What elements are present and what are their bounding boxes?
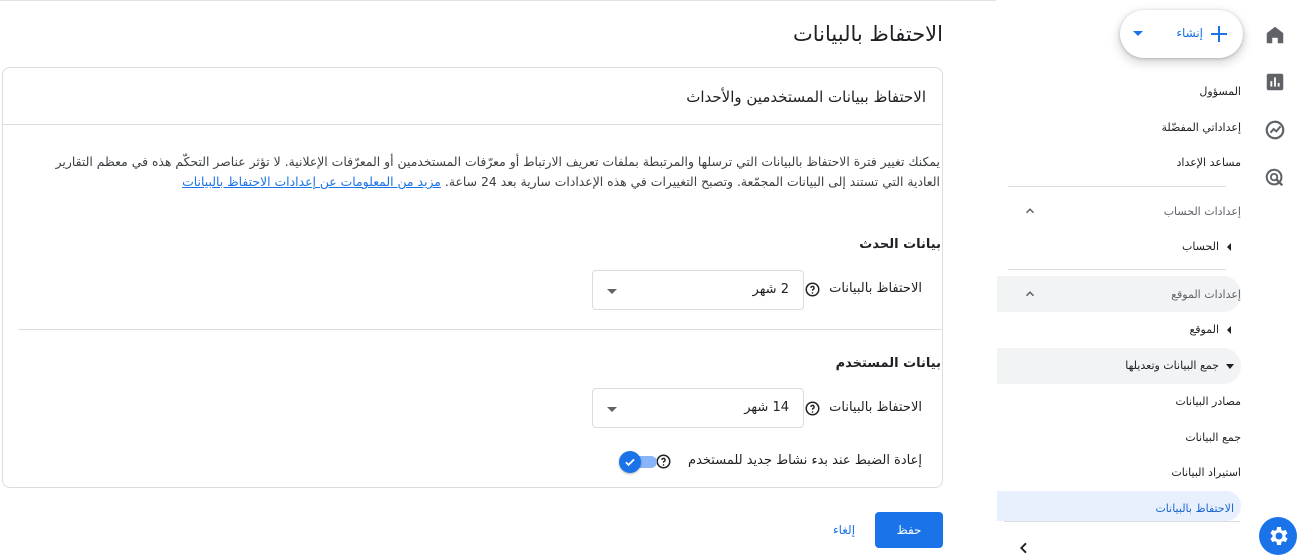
event-retention-value: 2 شهر — [752, 282, 789, 297]
nav-divider — [1004, 521, 1240, 522]
user-retention-label: الاحتفاظ بالبيانات — [829, 400, 922, 415]
nav-item-data-collection[interactable]: جمع البيانات وتعديلها — [1125, 359, 1219, 372]
explore-icon[interactable] — [1255, 110, 1295, 150]
nav-item-data-retention-label: الاحتفاظ بالبيانات — [1155, 502, 1234, 515]
event-retention-select[interactable]: 2 شهر — [592, 270, 804, 310]
caret-down-icon — [1133, 31, 1143, 36]
check-icon — [625, 458, 635, 467]
chevron-left-icon[interactable] — [1016, 540, 1032, 556]
user-data-heading: بيانات المستخدم — [835, 356, 941, 371]
help-icon[interactable] — [656, 454, 671, 469]
user-retention-select[interactable]: 14 شهر — [592, 388, 804, 428]
create-label: إنشاء — [1176, 26, 1203, 40]
event-data-heading: بيانات الحدث — [859, 237, 941, 252]
description-line-1: يمكنك تغيير فترة الاحتفاظ بالبيانات التي… — [131, 154, 940, 169]
user-retention-value: 14 شهر — [744, 400, 789, 415]
nav-item-property[interactable]: الموقع — [1189, 323, 1219, 336]
nav-divider — [1008, 269, 1226, 270]
triangle-left-icon — [1227, 243, 1231, 251]
card-description: يمكنك تغيير فترة الاحتفاظ بالبيانات التي… — [20, 152, 940, 192]
admin-nav-panel: إنشاء المسؤول إعداداتي المفضّلة مساعد ال… — [996, 0, 1247, 560]
nav-item-admin[interactable]: المسؤول — [1199, 85, 1241, 98]
nav-item-setup-assistant[interactable]: مساعد الإعداد — [1176, 156, 1241, 169]
caret-down-icon — [607, 289, 617, 294]
reset-on-activity-label: إعادة الضبط عند بدء نشاط جديد للمستخدم — [688, 453, 922, 468]
nav-item-preferences[interactable]: إعداداتي المفضّلة — [1161, 121, 1241, 134]
reset-on-activity-toggle[interactable] — [619, 451, 657, 473]
card-header-divider — [3, 124, 942, 125]
help-icon[interactable] — [805, 401, 820, 416]
caret-down-icon — [607, 407, 617, 412]
admin-gear-icon[interactable] — [1259, 517, 1297, 555]
chevron-up-icon[interactable] — [1023, 287, 1037, 301]
learn-more-link[interactable]: مزيد من المعلومات عن إعدادات الاحتفاظ با… — [182, 174, 441, 189]
home-icon[interactable] — [1255, 15, 1295, 55]
nav-item-data-collection-settings[interactable]: جمع البيانات — [1185, 431, 1241, 444]
nav-divider — [1008, 186, 1226, 187]
create-button[interactable]: إنشاء — [1120, 10, 1243, 58]
toggle-knob — [619, 451, 641, 473]
nav-item-data-retention-active[interactable]: الاحتفاظ بالبيانات — [997, 491, 1241, 521]
icon-rail — [1247, 0, 1303, 560]
cancel-button[interactable]: إلغاء — [820, 512, 868, 548]
help-icon[interactable] — [805, 282, 820, 297]
reports-icon[interactable] — [1255, 62, 1295, 102]
nav-section-account-settings[interactable]: إعدادات الحساب — [1164, 205, 1241, 218]
triangle-left-icon — [1227, 326, 1231, 334]
event-retention-label: الاحتفاظ بالبيانات — [829, 281, 922, 296]
nav-section-property-settings[interactable]: إعدادات الموقع — [1171, 288, 1241, 301]
page-title: الاحتفاظ بالبيانات — [793, 22, 943, 46]
card-title: الاحتفاظ ببيانات المستخدمين والأحداث — [686, 88, 926, 106]
nav-item-account[interactable]: الحساب — [1182, 240, 1219, 253]
section-divider — [18, 329, 943, 330]
plus-icon — [1211, 26, 1227, 42]
chevron-up-icon[interactable] — [1023, 204, 1037, 218]
nav-item-data-import[interactable]: استيراد البيانات — [1171, 466, 1241, 479]
advertising-icon[interactable] — [1255, 158, 1295, 198]
save-button[interactable]: حفظ — [875, 512, 943, 548]
triangle-down-icon — [1226, 364, 1234, 369]
nav-item-data-streams[interactable]: مصادر البيانات — [1175, 395, 1241, 408]
retention-card: الاحتفاظ ببيانات المستخدمين والأحداث يمك… — [2, 67, 943, 488]
